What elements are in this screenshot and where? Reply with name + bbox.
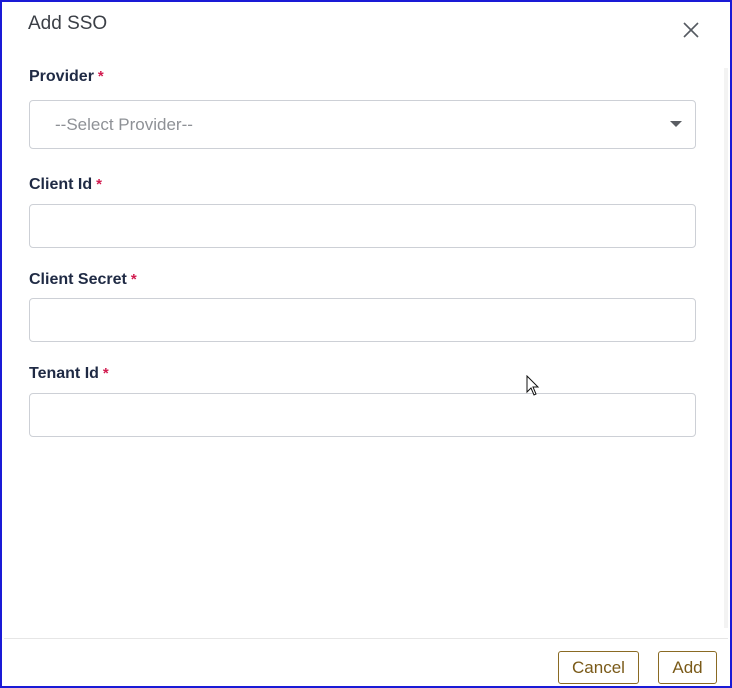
- add-button[interactable]: Add: [658, 651, 717, 684]
- client-secret-label-text: Client Secret: [29, 271, 127, 288]
- required-marker: *: [97, 68, 104, 85]
- provider-select-value: --Select Provider--: [55, 115, 193, 134]
- close-icon[interactable]: [682, 21, 700, 39]
- tenant-id-input[interactable]: [29, 393, 696, 437]
- client-id-input[interactable]: [29, 204, 696, 248]
- footer-divider: [4, 638, 728, 639]
- client-secret-label: Client Secret *: [29, 271, 137, 289]
- provider-select[interactable]: --Select Provider--: [29, 100, 696, 149]
- provider-label-text: Provider: [29, 68, 94, 85]
- add-sso-dialog: Add SSO Provider * --Select Provider-- Cl…: [0, 0, 732, 688]
- tenant-id-label-text: Tenant Id: [29, 365, 99, 382]
- required-marker: *: [102, 365, 109, 382]
- tenant-id-label: Tenant Id *: [29, 365, 109, 383]
- client-id-label-text: Client Id: [29, 176, 93, 193]
- cancel-button[interactable]: Cancel: [558, 651, 639, 684]
- required-marker: *: [96, 176, 102, 193]
- required-marker: *: [130, 271, 137, 288]
- provider-label: Provider *: [29, 68, 104, 86]
- dialog-title: Add SSO: [28, 13, 108, 34]
- mouse-pointer-icon: [526, 375, 540, 396]
- client-secret-input[interactable]: [29, 298, 696, 342]
- caret-down-icon: [670, 121, 682, 127]
- client-id-label: Client Id *: [29, 176, 102, 194]
- scrollbar[interactable]: [724, 68, 728, 628]
